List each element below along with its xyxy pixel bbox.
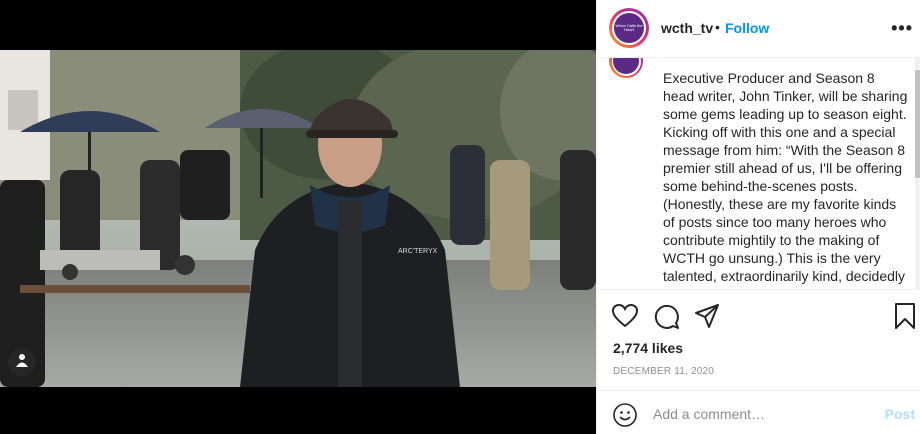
post-sidebar: When Calls the Heart wcth_tv • Follow ••… (596, 0, 920, 434)
share-icon[interactable] (693, 302, 721, 330)
caption-avatar-logo (613, 58, 639, 74)
caption-scroll-area[interactable]: Executive Producer and Season 8 head wri… (597, 58, 920, 290)
comment-icon[interactable] (652, 302, 680, 330)
post-photo[interactable]: ARC'TERYX (0, 50, 596, 387)
action-bar (597, 298, 920, 338)
more-icon[interactable]: ••• (891, 18, 913, 39)
separator-dot: • (715, 19, 720, 35)
emoji-icon[interactable] (613, 403, 637, 427)
avatar-logo: When Calls the Heart (614, 13, 644, 43)
avatar[interactable]: When Calls the Heart (609, 8, 649, 48)
post-header: When Calls the Heart wcth_tv • Follow ••… (597, 0, 920, 58)
follow-button[interactable]: Follow (725, 20, 769, 36)
caption-scrollbar[interactable] (915, 58, 920, 289)
comment-bar: Post (597, 390, 920, 434)
user-tag-icon (14, 352, 30, 373)
jacket-logo: ARC'TERYX (398, 248, 438, 255)
bookmark-icon[interactable] (891, 302, 919, 330)
user-tag-button[interactable] (8, 348, 36, 376)
caption-text: Executive Producer and Season 8 head wri… (663, 70, 908, 289)
scrollbar-thumb[interactable] (915, 70, 920, 178)
caption-avatar[interactable] (609, 58, 643, 78)
photo-scene (0, 50, 596, 387)
comment-input[interactable] (653, 403, 863, 425)
likes-count[interactable]: 2,774 likes (613, 340, 683, 356)
post-date[interactable]: DECEMBER 11, 2020 (613, 366, 714, 377)
post-comment-button[interactable]: Post (885, 406, 915, 422)
username-link[interactable]: wcth_tv (661, 20, 713, 36)
post-media[interactable]: ARC'TERYX (0, 0, 596, 434)
heart-icon[interactable] (611, 302, 639, 330)
